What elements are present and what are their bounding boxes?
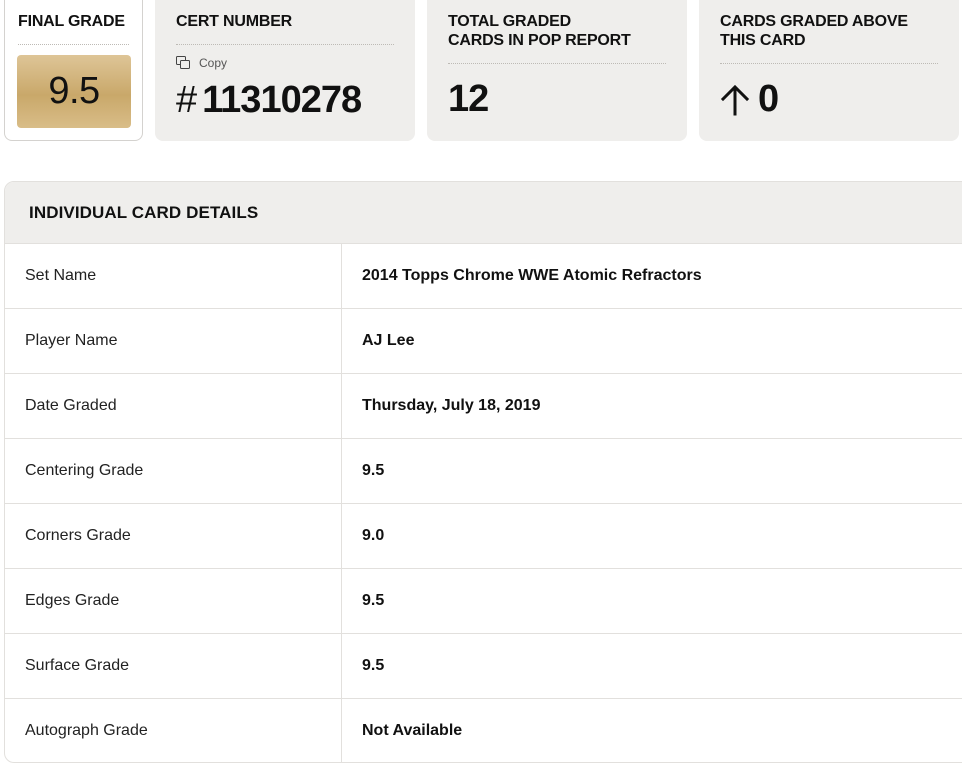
final-grade-badge: 9.5	[17, 55, 131, 128]
row-value: 9.5	[362, 592, 385, 609]
pop-report-value: 12	[448, 78, 489, 120]
table-row: Set Name 2014 Topps Chrome WWE Atomic Re…	[5, 243, 962, 308]
row-label: Date Graded	[5, 374, 342, 438]
divider	[18, 44, 129, 45]
graded-above-label: CARDS GRADED ABOVE THIS CARD	[720, 13, 908, 49]
copy-icon	[176, 56, 191, 70]
row-value: 9.5	[362, 657, 385, 674]
card-details-table: INDIVIDUAL CARD DETAILS Set Name 2014 To…	[4, 181, 962, 763]
cert-number-text: 11310278	[202, 79, 362, 121]
row-value: Thursday, July 18, 2019	[362, 397, 541, 414]
row-label: Corners Grade	[5, 504, 342, 568]
row-label: Edges Grade	[5, 569, 342, 633]
table-row: Date Graded Thursday, July 18, 2019	[5, 373, 962, 438]
graded-above-count: 0	[758, 78, 779, 120]
arrow-up-icon	[720, 84, 750, 116]
divider	[176, 44, 394, 45]
graded-above-value: 0	[720, 77, 779, 121]
row-value: AJ Lee	[362, 332, 415, 349]
row-label: Surface Grade	[5, 634, 342, 698]
table-row: Centering Grade 9.5	[5, 438, 962, 503]
row-label: Player Name	[5, 309, 342, 373]
row-label: Centering Grade	[5, 439, 342, 503]
row-value: 9.5	[362, 462, 385, 479]
final-grade-label: FINAL GRADE	[18, 13, 125, 30]
copy-button[interactable]: Copy	[176, 56, 227, 70]
cert-number-label: CERT NUMBER	[176, 13, 293, 30]
row-value: 9.0	[362, 527, 385, 544]
cert-number-card: CERT NUMBER Copy # 11310278	[155, 0, 415, 141]
row-value: Not Available	[362, 722, 463, 739]
pop-report-card: TOTAL GRADED CARDS IN POP REPORT 12	[427, 0, 687, 141]
details-title: INDIVIDUAL CARD DETAILS	[5, 182, 962, 243]
divider	[448, 63, 666, 64]
copy-label: Copy	[199, 56, 228, 70]
row-value: 2014 Topps Chrome WWE Atomic Refractors	[362, 267, 702, 284]
divider	[720, 63, 938, 64]
hash-icon: #	[176, 79, 197, 121]
table-row: Autograph Grade Not Available	[5, 698, 962, 762]
stats-row: FINAL GRADE 9.5 CERT NUMBER Copy # 11310…	[0, 0, 962, 141]
table-row: Surface Grade 9.5	[5, 633, 962, 698]
cert-number-value: # 11310278	[176, 78, 362, 122]
pop-report-label: TOTAL GRADED CARDS IN POP REPORT	[448, 13, 631, 49]
table-row: Player Name AJ Lee	[5, 308, 962, 373]
table-row: Edges Grade 9.5	[5, 568, 962, 633]
graded-above-card: CARDS GRADED ABOVE THIS CARD 0	[699, 0, 959, 141]
final-grade-card: FINAL GRADE 9.5	[4, 0, 143, 141]
table-row: Corners Grade 9.0	[5, 503, 962, 568]
row-label: Autograph Grade	[5, 699, 342, 762]
row-label: Set Name	[5, 244, 342, 308]
